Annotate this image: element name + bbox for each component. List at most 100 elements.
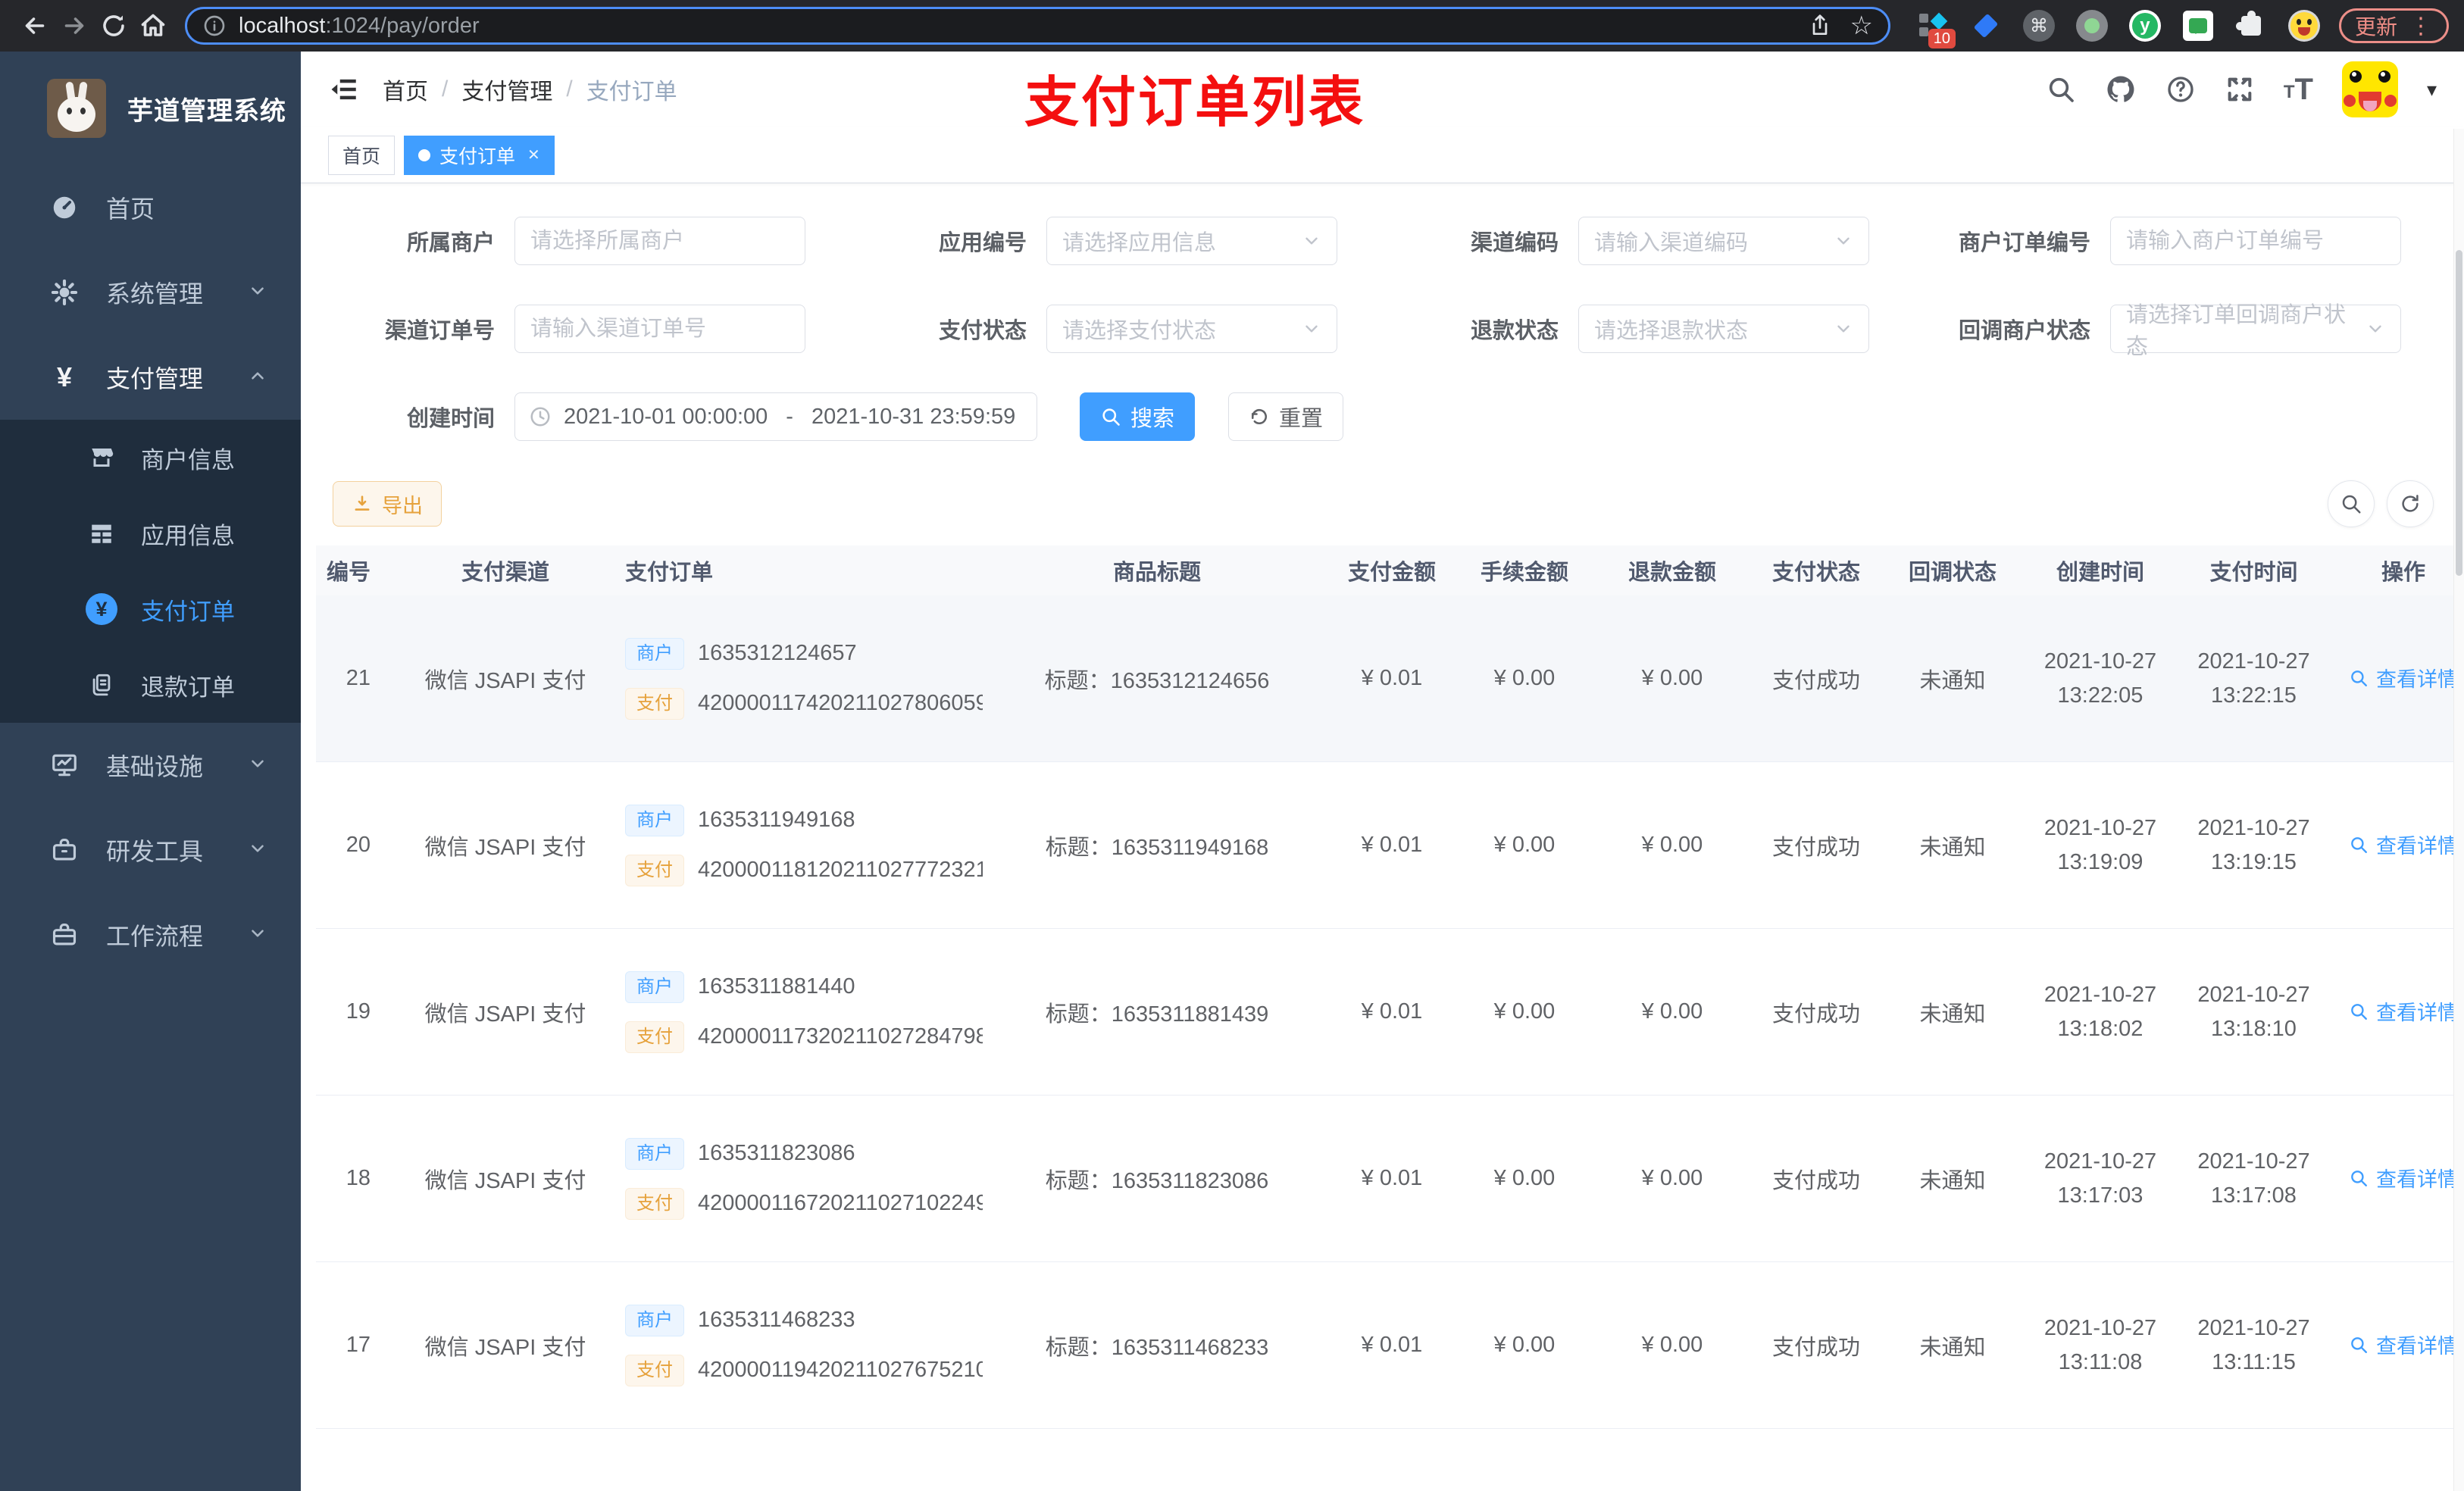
sidebar-item-workflow[interactable]: 工作流程 <box>0 892 301 977</box>
close-icon[interactable]: ✕ <box>527 145 540 164</box>
chrome-update-button[interactable]: 更新 ⋮ <box>2338 8 2449 43</box>
breadcrumb-current: 支付订单 <box>586 80 677 105</box>
extension-workspaces-icon[interactable]: 10 <box>1916 9 1956 48</box>
table-row[interactable]: 商户1635311451796 <box>316 1429 2464 1491</box>
sidebar-collapse-icon[interactable] <box>328 73 360 105</box>
user-avatar[interactable] <box>2341 61 2398 117</box>
view-detail-link[interactable]: 查看详情 <box>2349 1330 2458 1359</box>
pay-tag: 支付 <box>625 1187 684 1220</box>
date-start: 2021-10-01 00:00:00 <box>564 404 768 429</box>
avatar-caret-icon[interactable]: ▾ <box>2427 78 2437 102</box>
top-navbar: 首页 / 支付管理 / 支付订单 支付订单列表 T T ▾ <box>301 52 2464 133</box>
filter-label-create-time: 创建时间 <box>406 407 495 431</box>
table-row[interactable]: 17 微信 JSAPI 支付 商户 1635311468233 支付 4200001… <box>316 1262 2464 1429</box>
app-title: 芋道管理系统 <box>127 96 286 126</box>
extension-chat-icon[interactable] <box>2181 9 2215 42</box>
yen-circle-icon: ¥ <box>85 593 118 625</box>
site-info-icon[interactable] <box>202 14 227 38</box>
page-scrollbar[interactable] <box>2453 129 2464 1491</box>
sidebar-item-payment[interactable]: ¥ 支付管理 <box>0 335 301 420</box>
extensions-puzzle-icon[interactable] <box>2234 9 2268 42</box>
sidebar-item-pay-order[interactable]: ¥ 支付订单 <box>0 571 301 647</box>
pay-tag: 支付 <box>625 854 684 886</box>
view-detail-link[interactable]: 查看详情 <box>2349 830 2458 859</box>
help-icon[interactable] <box>2165 74 2196 105</box>
refund-status-select[interactable]: 请选择退款状态 <box>1578 305 1869 353</box>
search-icon[interactable] <box>2046 74 2076 105</box>
tab-home[interactable]: 首页 <box>328 135 396 175</box>
browser-toolbar: localhost:1024/pay/order ☆ 10 ⌘ y 更新 ⋮ <box>0 0 2464 52</box>
toolbox-icon <box>47 836 82 864</box>
scrollbar-thumb[interactable] <box>2456 250 2462 576</box>
channel-order-no-input[interactable] <box>514 305 805 353</box>
table-row[interactable]: 18 微信 JSAPI 支付 商户 1635311823086 支付 4200001… <box>316 1096 2464 1262</box>
chevron-down-icon <box>248 836 267 864</box>
browser-menu-icon[interactable]: ⋮ <box>2409 13 2433 39</box>
channel-code-select[interactable]: 请输入渠道编码 <box>1578 217 1869 265</box>
back-icon[interactable] <box>15 6 55 45</box>
chevron-down-icon <box>2366 319 2385 339</box>
view-detail-link[interactable]: 查看详情 <box>2349 996 2458 1026</box>
filter-label-pay-status: 支付状态 <box>938 319 1027 343</box>
table-row[interactable]: 20 微信 JSAPI 支付 商户 1635311949168 支付 4200001… <box>316 762 2464 929</box>
share-icon[interactable] <box>1808 14 1832 38</box>
merchant-input[interactable] <box>514 217 805 265</box>
tab-pay-order[interactable]: 支付订单 ✕ <box>404 135 555 175</box>
monitor-icon <box>47 751 82 780</box>
chevron-down-icon <box>248 752 267 780</box>
profile-avatar-icon[interactable] <box>2287 9 2321 42</box>
table-row[interactable]: 21 微信 JSAPI 支付 商户 1635312124657 支付 4200001… <box>316 595 2464 762</box>
extension-kite-icon[interactable] <box>1969 9 2003 42</box>
merchant-tag: 商户 <box>625 804 684 836</box>
fullscreen-icon[interactable] <box>2225 74 2255 105</box>
pay-status-select[interactable]: 请选择支付状态 <box>1046 305 1337 353</box>
sidebar-item-devtools[interactable]: 研发工具 <box>0 808 301 892</box>
chevron-down-icon <box>1302 319 1321 339</box>
github-icon[interactable] <box>2105 73 2137 105</box>
sidebar-item-app-info[interactable]: 应用信息 <box>0 495 301 571</box>
search-button[interactable]: 搜索 <box>1080 392 1196 441</box>
filter-label-merchant: 所属商户 <box>406 231 495 255</box>
filter-label-notify-status: 回调商户状态 <box>1958 319 2090 343</box>
refresh-table-button[interactable] <box>2387 480 2434 527</box>
forward-icon[interactable] <box>55 6 94 45</box>
export-button[interactable]: 导出 <box>333 481 442 527</box>
extension-y-brand-icon[interactable]: y <box>2128 9 2162 42</box>
reset-button[interactable]: 重置 <box>1228 392 1344 441</box>
sidebar-item-infra[interactable]: 基础设施 <box>0 723 301 808</box>
sidebar-item-system[interactable]: 系统管理 <box>0 250 301 335</box>
extension-badge: 10 <box>1928 29 1956 48</box>
sidebar-item-home[interactable]: 首页 <box>0 165 301 250</box>
view-detail-link[interactable]: 查看详情 <box>2349 1163 2458 1192</box>
create-time-range-picker[interactable]: 2021-10-01 00:00:00 - 2021-10-31 23:59:5… <box>514 392 1037 441</box>
chevron-up-icon <box>248 364 267 392</box>
extension-recorder-icon[interactable] <box>2075 9 2109 42</box>
pay-tag: 支付 <box>625 1021 684 1053</box>
show-search-toggle-button[interactable] <box>2328 480 2375 527</box>
chevron-down-icon <box>1302 231 1321 251</box>
sidebar-item-merchant-info[interactable]: 商户信息 <box>0 420 301 495</box>
page-content: 所属商户 应用编号 请选择应用信息 渠道编码 请输入渠道编码 <box>301 183 2464 1491</box>
breadcrumb-home[interactable]: 首页 <box>383 73 428 106</box>
sidebar-item-refund-order[interactable]: 退款订单 <box>0 647 301 723</box>
bookmark-star-icon[interactable]: ☆ <box>1850 13 1873 39</box>
home-icon[interactable] <box>133 6 173 45</box>
font-size-icon[interactable]: TT <box>2284 74 2313 105</box>
table-row[interactable]: 19 微信 JSAPI 支付 商户 1635311881440 支付 4200001… <box>316 929 2464 1096</box>
reload-icon[interactable] <box>94 6 133 45</box>
view-detail-link[interactable]: 查看详情 <box>2349 663 2458 692</box>
extension-command-icon[interactable]: ⌘ <box>2022 9 2056 42</box>
filter-label-merchant-order-no: 商户订单编号 <box>1958 231 2090 255</box>
documents-icon <box>85 672 118 698</box>
app-select[interactable]: 请选择应用信息 <box>1046 217 1337 265</box>
url-bar[interactable]: localhost:1024/pay/order ☆ <box>185 7 1890 45</box>
notify-status-select[interactable]: 请选择订单回调商户状态 <box>2110 303 2401 359</box>
merchant-tag: 商户 <box>625 1304 684 1336</box>
breadcrumb: 首页 / 支付管理 / 支付订单 <box>383 73 677 106</box>
chevron-down-icon <box>1834 319 1853 339</box>
merchant-order-no-input[interactable] <box>2110 217 2401 265</box>
tags-view-bar: 首页 支付订单 ✕ <box>301 127 2464 183</box>
shop-icon <box>85 444 118 471</box>
clock-icon <box>529 405 552 428</box>
page-title-annotation: 支付订单列表 <box>1024 73 1366 133</box>
